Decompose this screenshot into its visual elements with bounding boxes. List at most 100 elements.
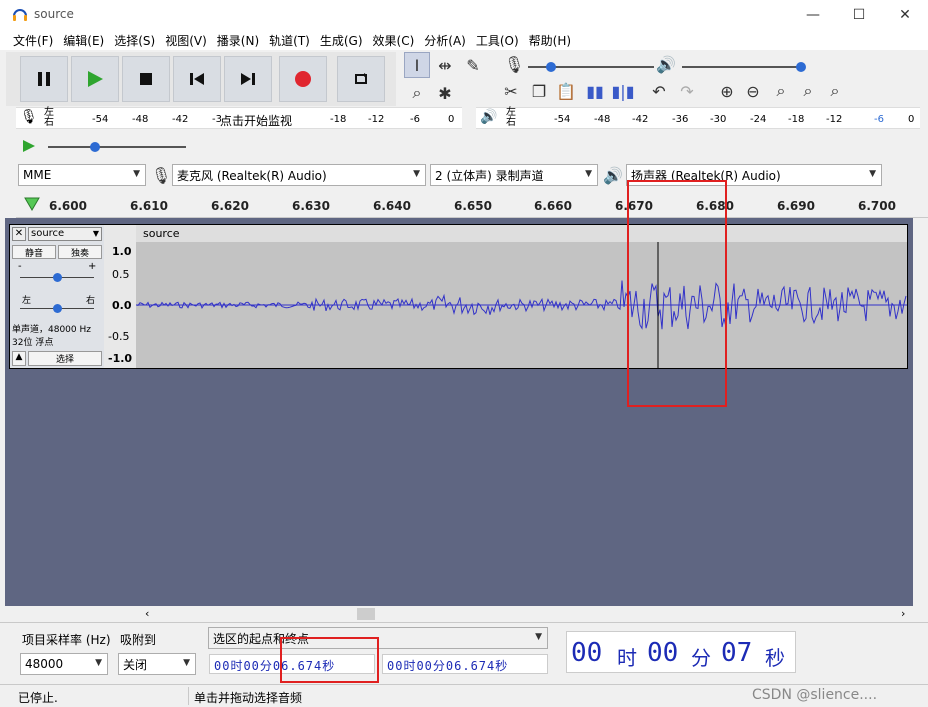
rec-tick: -42 [172, 114, 189, 125]
draw-tool-button[interactable]: ✎ [460, 52, 486, 78]
play-tick: -12 [826, 114, 843, 125]
play-button[interactable] [71, 56, 119, 102]
maximize-button[interactable]: ☐ [836, 0, 882, 30]
menu-help[interactable]: 帮助(H) [524, 32, 576, 49]
speaker-icon: 🔊 [656, 55, 676, 74]
snap-to-select[interactable]: 关闭 ▼ [118, 653, 196, 675]
menu-tools[interactable]: 工具(O) [471, 32, 524, 49]
zoom-toggle-button[interactable]: ⌕ [822, 78, 848, 104]
copy-button[interactable]: ❐ [526, 78, 552, 104]
horizontal-scrollbar[interactable]: ‹ › [5, 606, 913, 622]
solo-button[interactable]: 独奏 [58, 245, 102, 259]
minimize-button[interactable]: — [790, 0, 836, 30]
envelope-tool-button[interactable]: ⇹ [432, 52, 458, 78]
chevron-down-icon: ▼ [869, 169, 876, 179]
chevron-down-icon: ▼ [95, 658, 102, 668]
menu-generate[interactable]: 生成(G) [315, 32, 368, 49]
rec-tick: -48 [132, 114, 149, 125]
cut-button[interactable]: ✂ [498, 78, 524, 104]
speed-thumb[interactable] [90, 142, 100, 152]
fit-project-button[interactable]: ⌕ [795, 78, 821, 104]
collapse-track-button[interactable]: ▲ [12, 351, 26, 366]
record-button[interactable] [279, 56, 327, 102]
playback-meter[interactable]: 🔊 左 右 -54 -48 -42 -36 -30 -24 -18 -12 -6… [476, 107, 920, 129]
track-bit-depth: 32位 浮点 [12, 338, 54, 348]
chevron-down-icon: ▼ [585, 169, 592, 179]
skip-start-icon [190, 73, 204, 85]
scissors-icon: ✂ [504, 81, 518, 101]
selection-end-time[interactable]: 00时00分06.674秒 [382, 654, 548, 674]
zoom-in-icon: ⊕ [720, 81, 734, 101]
vruler-tick: -1.0 [108, 352, 133, 365]
playback-volume-thumb[interactable] [796, 62, 806, 72]
track-name-menu[interactable]: source ▼ [28, 227, 102, 241]
playback-volume-slider[interactable] [682, 66, 804, 68]
audio-position-display[interactable]: 00 时 00 分 07 秒 [566, 631, 796, 673]
menu-select[interactable]: 选择(S) [109, 32, 160, 49]
loop-icon [355, 73, 367, 84]
menu-transport[interactable]: 播录(N) [212, 32, 264, 49]
highlight-box-waveform [627, 180, 727, 407]
toolbar-area: I ⇹ ✎ ⌕ ✱ ✂ ❐ 📋 ▮▮ ▮|▮ ↶ ↷ ⊕ ⊖ ⌕ ⌕ ⌕ 🎙 🔊… [0, 50, 928, 192]
host-select[interactable]: MME ▼ [18, 164, 146, 186]
hscroll-thumb[interactable] [357, 608, 375, 620]
status-divider [188, 687, 189, 705]
skip-to-end-button[interactable] [224, 56, 272, 102]
menu-bar: 文件(F) 编辑(E) 选择(S) 视图(V) 播录(N) 轨道(T) 生成(G… [0, 30, 928, 50]
menu-effect[interactable]: 效果(C) [368, 32, 420, 49]
mute-button[interactable]: 静音 [12, 245, 56, 259]
record-meter-mic-icon: 🎙 [20, 109, 38, 125]
pan-thumb[interactable] [53, 304, 62, 313]
select-track-button[interactable]: 选择 [28, 351, 102, 366]
speed-slider[interactable] [48, 146, 186, 148]
menu-file[interactable]: 文件(F) [8, 32, 58, 49]
zoom-in-button[interactable]: ⊕ [714, 78, 740, 104]
selection-tool-button[interactable]: I [404, 52, 430, 78]
close-button[interactable]: ✕ [882, 0, 928, 30]
menu-tracks[interactable]: 轨道(T) [264, 32, 315, 49]
undo-button[interactable]: ↶ [646, 78, 672, 104]
skip-to-start-button[interactable] [173, 56, 221, 102]
play-tick: -30 [710, 114, 727, 125]
scroll-right-icon[interactable]: › [901, 607, 905, 620]
play-tick: -36 [672, 114, 689, 125]
mic-value: 麦克风 (Realtek(R) Audio) [177, 168, 327, 183]
vertical-scrollbar[interactable] [913, 218, 928, 606]
ruler-tick: 6.700 [858, 199, 896, 213]
zoom-out-button[interactable]: ⊖ [740, 78, 766, 104]
trim-button[interactable]: ▮▮ [582, 78, 608, 104]
channels-select[interactable]: 2 (立体声) 录制声道 ▼ [430, 164, 598, 186]
time-seconds-unit: 秒 [765, 646, 785, 670]
timeline-ruler[interactable]: 6.600 6.610 6.620 6.630 6.640 6.650 6.66… [16, 192, 928, 218]
redo-button[interactable]: ↷ [674, 78, 700, 104]
vruler-tick: -0.5 [108, 330, 130, 343]
vruler-tick: 0.0 [112, 299, 132, 312]
track-name: source [31, 228, 65, 239]
transport-toolbar [6, 52, 396, 106]
pause-button[interactable] [20, 56, 68, 102]
play-at-speed-icon[interactable] [22, 139, 36, 153]
multi-tool-button[interactable]: ✱ [432, 80, 458, 106]
waveform-clip[interactable]: source [136, 225, 907, 368]
silence-button[interactable]: ▮|▮ [610, 78, 636, 104]
title-bar: source — ☐ ✕ [0, 0, 928, 30]
menu-analyze[interactable]: 分析(A) [419, 32, 471, 49]
record-meter[interactable]: 🎙 左 右 -54 -48 -42 -3 点击开始监视 -18 -12 -6 0 [16, 107, 462, 129]
gain-thumb[interactable] [53, 273, 62, 282]
loop-button[interactable] [337, 56, 385, 102]
menu-view[interactable]: 视图(V) [160, 32, 212, 49]
paste-button[interactable]: 📋 [553, 78, 579, 104]
channels-value: 2 (立体声) 录制声道 [435, 168, 544, 183]
menu-edit[interactable]: 编辑(E) [58, 32, 109, 49]
recording-device-select[interactable]: 麦克风 (Realtek(R) Audio) ▼ [172, 164, 426, 186]
zoom-tool-button[interactable]: ⌕ [404, 80, 430, 106]
play-tick: -42 [632, 114, 649, 125]
record-volume-thumb[interactable] [546, 62, 556, 72]
scroll-left-icon[interactable]: ‹ [145, 607, 149, 620]
rec-tick: -12 [368, 114, 385, 125]
track-close-button[interactable]: ✕ [12, 227, 26, 241]
pan-right-label: 右 [86, 296, 96, 306]
project-rate-select[interactable]: 48000 ▼ [20, 653, 108, 675]
fit-selection-button[interactable]: ⌕ [768, 78, 794, 104]
stop-button[interactable] [122, 56, 170, 102]
